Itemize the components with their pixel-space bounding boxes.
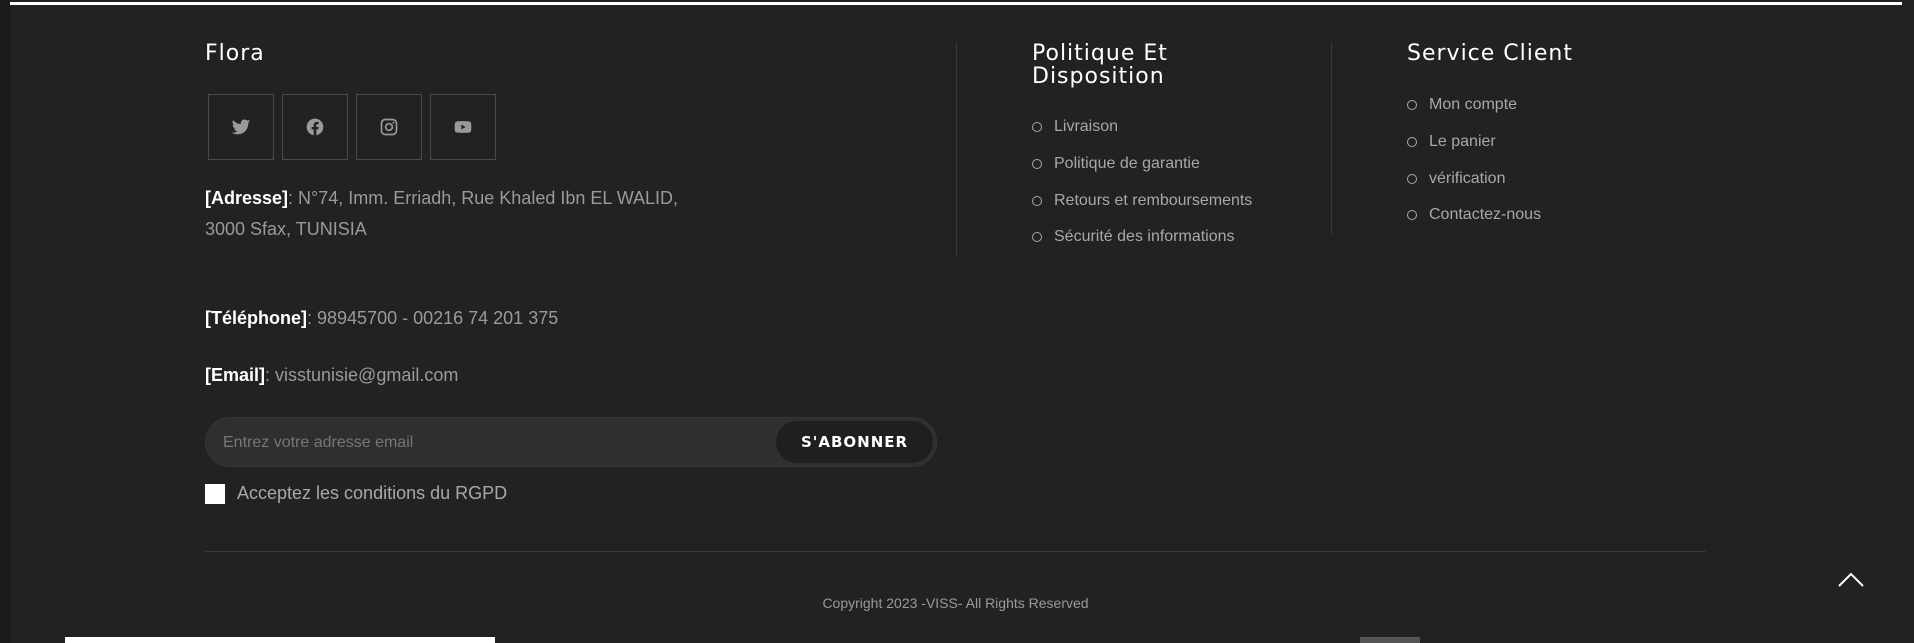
address-line2: 3000 Sfax, TUNISIA: [205, 219, 367, 239]
policy-item-livraison[interactable]: Livraison: [1032, 109, 1252, 146]
brand-title: Flora: [205, 41, 265, 66]
service-title: Service Client: [1407, 41, 1573, 66]
twitter-icon: [231, 119, 251, 135]
social-links: [208, 94, 496, 160]
phone-block: [Téléphone]: 98945700 - 00216 74 201 375: [205, 303, 765, 334]
menu-item-label: Contactez-nous: [1429, 206, 1542, 224]
footer-divider: [205, 551, 1706, 552]
policy-title-line2: Disposition: [1032, 64, 1165, 89]
column-divider: [1331, 42, 1332, 234]
newsletter-form: S'ABONNER: [205, 417, 937, 468]
menu-item-label: Livraison: [1054, 118, 1119, 136]
policy-title-line1: Politique Et: [1032, 41, 1168, 66]
facebook-icon: [306, 118, 324, 136]
circle-bullet-icon: [1407, 100, 1417, 111]
youtube-icon: [454, 121, 472, 133]
site-footer: Flora [Adresse]: N°74, Imm. Erriadh, Rue…: [205, 0, 1706, 643]
circle-bullet-icon: [1032, 195, 1042, 206]
service-item-panier[interactable]: Le panier: [1407, 124, 1541, 161]
instagram-button[interactable]: [356, 94, 422, 160]
policy-menu: Livraison Politique de garantie Retours …: [1032, 109, 1252, 256]
circle-bullet-icon: [1032, 122, 1042, 133]
service-item-compte[interactable]: Mon compte: [1407, 87, 1541, 124]
menu-item-label: vérification: [1429, 169, 1506, 187]
twitter-button[interactable]: [208, 94, 274, 160]
menu-item-label: Politique de garantie: [1054, 155, 1200, 173]
facebook-button[interactable]: [282, 94, 348, 160]
email-block: [Email]: visstunisie@gmail.com: [205, 360, 765, 391]
policy-item-garantie[interactable]: Politique de garantie: [1032, 146, 1252, 183]
menu-item-label: Le panier: [1429, 133, 1496, 151]
circle-bullet-icon: [1032, 232, 1042, 243]
menu-item-label: Retours et remboursements: [1054, 191, 1253, 209]
service-item-verification[interactable]: vérification: [1407, 160, 1541, 197]
address-block: [Adresse]: N°74, Imm. Erriadh, Rue Khale…: [205, 183, 765, 245]
policy-item-retours[interactable]: Retours et remboursements: [1032, 182, 1252, 219]
gdpr-consent: Acceptez les conditions du RGPD: [205, 483, 507, 504]
phone-value: : 98945700 - 00216 74 201 375: [307, 308, 559, 328]
page-edge: [0, 0, 10, 643]
youtube-button[interactable]: [430, 94, 496, 160]
policy-title: Politique Et Disposition: [1032, 42, 1168, 88]
service-item-contact[interactable]: Contactez-nous: [1407, 197, 1541, 234]
phone-label: [Téléphone]: [205, 308, 307, 328]
policy-item-securite[interactable]: Sécurité des informations: [1032, 219, 1252, 256]
back-to-top-button[interactable]: [1837, 568, 1865, 590]
gdpr-label: Acceptez les conditions du RGPD: [237, 483, 508, 503]
email-label: [Email]: [205, 365, 266, 385]
bottom-bar-handle: [1360, 637, 1420, 643]
address-line1: : N°74, Imm. Erriadh, Rue Khaled Ibn EL …: [288, 188, 679, 208]
gdpr-checkbox[interactable]: [205, 483, 225, 504]
menu-item-label: Sécurité des informations: [1054, 228, 1235, 246]
copyright-text: Copyright 2023 -VISS- All Rights Reserve…: [822, 595, 1089, 611]
email-value: : visstunisie@gmail.com: [265, 365, 459, 385]
column-divider: [956, 42, 957, 256]
circle-bullet-icon: [1407, 173, 1417, 184]
chevron-up-icon: [1838, 572, 1864, 587]
circle-bullet-icon: [1032, 159, 1042, 170]
service-menu: Mon compte Le panier vérification Contac…: [1407, 87, 1541, 234]
menu-item-label: Mon compte: [1429, 96, 1518, 114]
subscribe-button[interactable]: S'ABONNER: [776, 421, 933, 463]
circle-bullet-icon: [1407, 210, 1417, 221]
instagram-icon: [380, 118, 398, 136]
address-label: [Adresse]: [205, 188, 289, 208]
newsletter-email-input[interactable]: [221, 418, 745, 468]
circle-bullet-icon: [1407, 137, 1417, 148]
bottom-bar: [65, 637, 495, 643]
